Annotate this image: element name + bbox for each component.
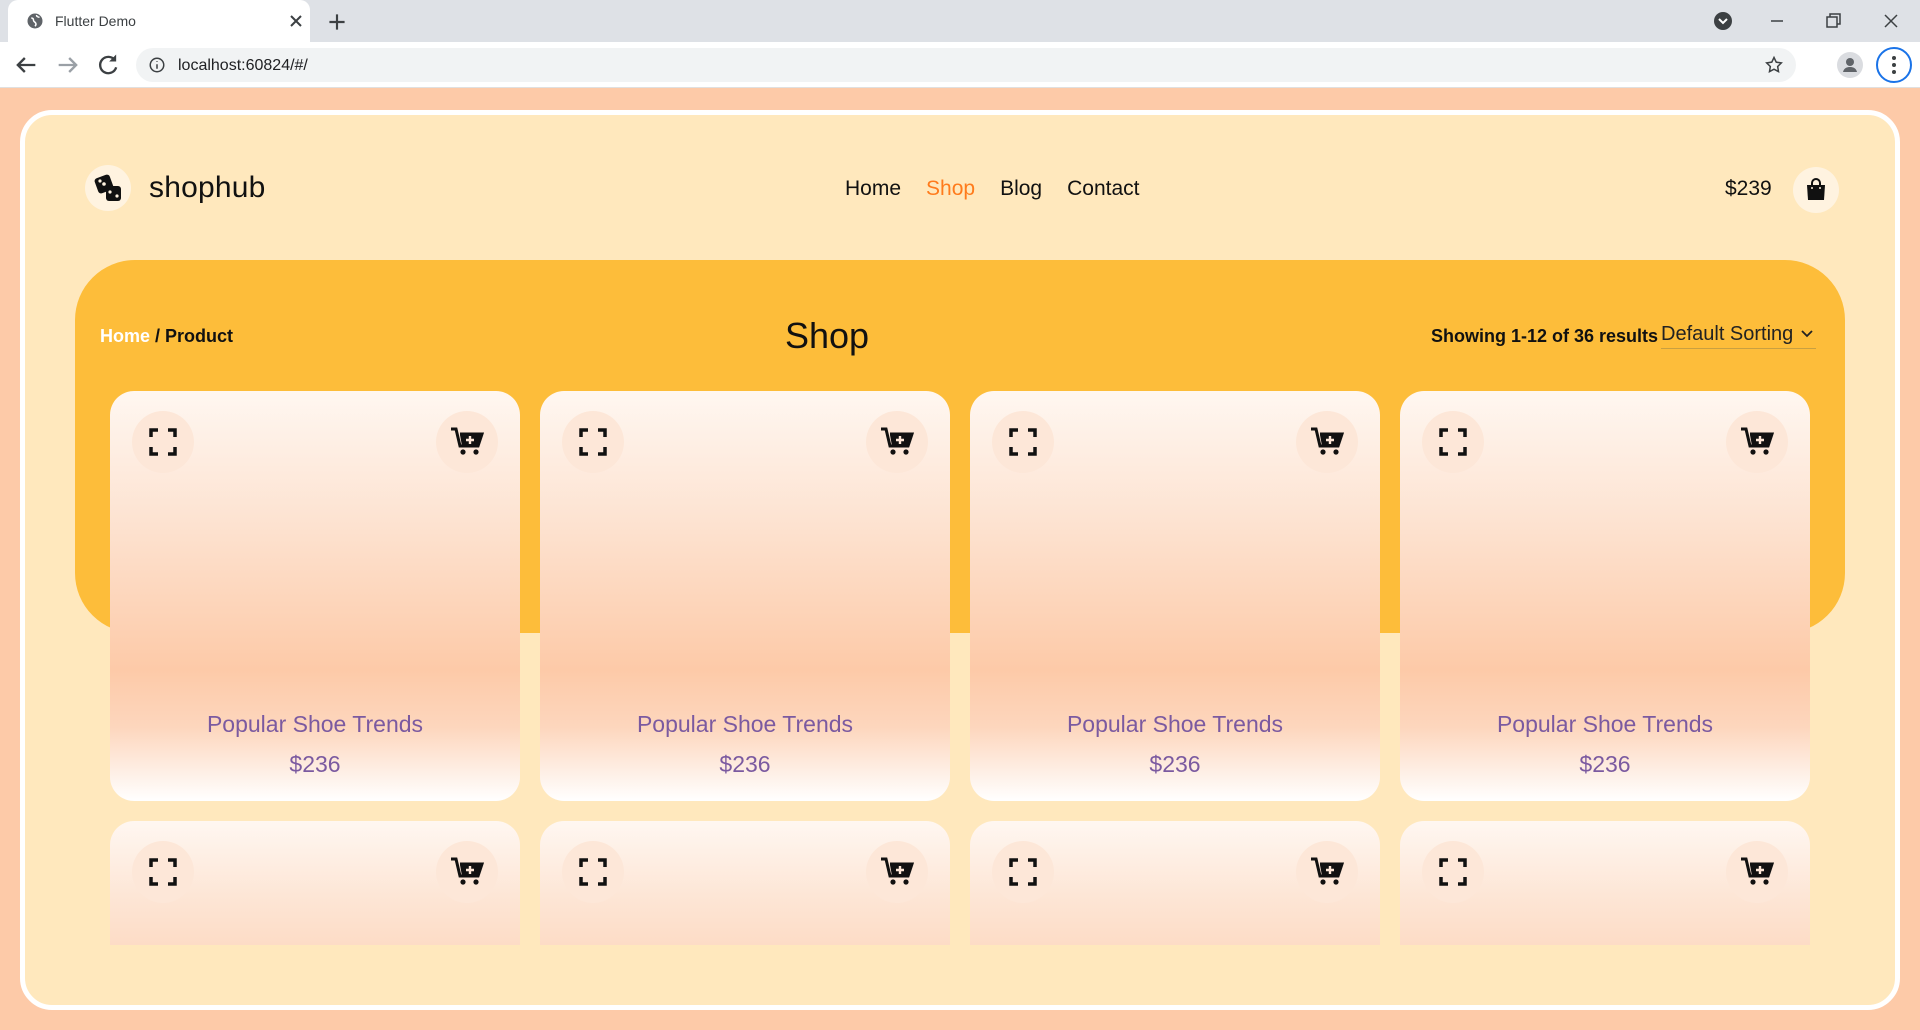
product-card[interactable]	[970, 821, 1380, 945]
fullscreen-icon	[1009, 858, 1037, 886]
forward-icon[interactable]	[54, 51, 82, 79]
product-title[interactable]: Popular Shoe Trends	[1400, 711, 1810, 738]
window-close-icon[interactable]	[1876, 6, 1906, 36]
product-card[interactable]	[110, 821, 520, 945]
tab-title: Flutter Demo	[55, 13, 136, 29]
bookmark-star-icon[interactable]	[1764, 55, 1784, 75]
page-title: Shop	[785, 315, 870, 356]
logo[interactable]	[85, 165, 131, 211]
product-card[interactable]: Popular Shoe Trends $236	[110, 391, 520, 801]
logo-text[interactable]: shophub	[149, 171, 266, 205]
new-tab-icon[interactable]	[324, 9, 350, 35]
breadcrumb-current: / Product	[150, 326, 234, 346]
close-icon[interactable]	[284, 9, 308, 33]
cart-button[interactable]	[1793, 167, 1839, 213]
product-title[interactable]: Popular Shoe Trends	[970, 711, 1380, 738]
add-to-cart-button[interactable]	[866, 841, 928, 903]
results-count: Showing 1-12 of 36 results	[1431, 326, 1659, 346]
shop-frame: shophub Home Shop Blog Contact $239 Home…	[20, 110, 1900, 1010]
profile-icon[interactable]	[1836, 51, 1864, 79]
add-to-cart-icon	[451, 427, 484, 455]
quick-view-button[interactable]	[1422, 411, 1484, 473]
product-title[interactable]: Popular Shoe Trends	[110, 711, 520, 738]
add-to-cart-icon	[451, 857, 484, 885]
breadcrumb-home[interactable]: Home	[100, 326, 150, 346]
shopping-bag-icon	[1807, 178, 1825, 200]
product-card[interactable]: Popular Shoe Trends $236	[540, 391, 950, 801]
dice-icon	[94, 174, 121, 201]
fullscreen-icon	[149, 428, 177, 456]
address-bar[interactable]: localhost:60824/#/	[136, 48, 1796, 82]
breadcrumb: Home / Product	[100, 326, 233, 347]
add-to-cart-button[interactable]	[436, 841, 498, 903]
cart-total: $239	[1725, 177, 1772, 200]
add-to-cart-button[interactable]	[436, 411, 498, 473]
nav-blog[interactable]: Blog	[1000, 177, 1042, 201]
more-vert-icon	[1892, 56, 1896, 74]
product-card[interactable]	[540, 821, 950, 945]
add-to-cart-icon	[1311, 427, 1344, 455]
info-icon[interactable]	[148, 56, 166, 74]
browser-tab-bar: Flutter Demo	[0, 0, 1920, 42]
nav-shop[interactable]: Shop	[926, 177, 975, 201]
globe-icon	[27, 13, 43, 29]
nav-home[interactable]: Home	[845, 177, 901, 201]
fullscreen-icon	[579, 858, 607, 886]
quick-view-button[interactable]	[132, 841, 194, 903]
add-to-cart-icon	[881, 427, 914, 455]
browser-tab[interactable]: Flutter Demo	[8, 0, 310, 42]
add-to-cart-icon	[881, 857, 914, 885]
product-title[interactable]: Popular Shoe Trends	[540, 711, 950, 738]
chevron-down-icon	[1801, 330, 1813, 338]
add-to-cart-icon	[1741, 427, 1774, 455]
nav-contact[interactable]: Contact	[1067, 177, 1139, 201]
fullscreen-icon	[579, 428, 607, 456]
quick-view-button[interactable]	[562, 411, 624, 473]
url-text[interactable]: localhost:60824/#/	[178, 57, 308, 75]
fullscreen-icon	[149, 858, 177, 886]
quick-view-button[interactable]	[562, 841, 624, 903]
quick-view-button[interactable]	[132, 411, 194, 473]
product-price: $236	[719, 751, 771, 777]
page-background: shophub Home Shop Blog Contact $239 Home…	[0, 88, 1920, 1030]
browser-menu-button[interactable]	[1876, 47, 1912, 83]
product-price: $236	[1579, 751, 1631, 777]
sorting-dropdown[interactable]: Default Sorting	[1661, 313, 1816, 349]
back-icon[interactable]	[12, 51, 40, 79]
add-to-cart-button[interactable]	[1296, 841, 1358, 903]
add-to-cart-button[interactable]	[1726, 411, 1788, 473]
restore-icon[interactable]	[1818, 6, 1848, 36]
add-to-cart-button[interactable]	[1726, 841, 1788, 903]
quick-view-button[interactable]	[992, 841, 1054, 903]
product-card[interactable]: Popular Shoe Trends $236	[1400, 391, 1810, 801]
fullscreen-icon	[1439, 428, 1467, 456]
fullscreen-icon	[1009, 428, 1037, 456]
product-price: $236	[289, 751, 341, 777]
add-to-cart-icon	[1311, 857, 1344, 885]
product-card[interactable]	[1400, 821, 1810, 945]
minimize-icon[interactable]	[1762, 6, 1792, 36]
browser-toolbar: localhost:60824/#/	[0, 42, 1920, 88]
tab-search-icon[interactable]	[1708, 6, 1738, 36]
add-to-cart-icon	[1741, 857, 1774, 885]
reload-icon[interactable]	[94, 51, 122, 79]
product-card[interactable]: Popular Shoe Trends $236	[970, 391, 1380, 801]
quick-view-button[interactable]	[992, 411, 1054, 473]
add-to-cart-button[interactable]	[1296, 411, 1358, 473]
quick-view-button[interactable]	[1422, 841, 1484, 903]
add-to-cart-button[interactable]	[866, 411, 928, 473]
sorting-label: Default Sorting	[1661, 323, 1794, 345]
fullscreen-icon	[1439, 858, 1467, 886]
main-nav: Home Shop Blog Contact	[845, 177, 1139, 201]
product-price: $236	[1149, 751, 1201, 777]
